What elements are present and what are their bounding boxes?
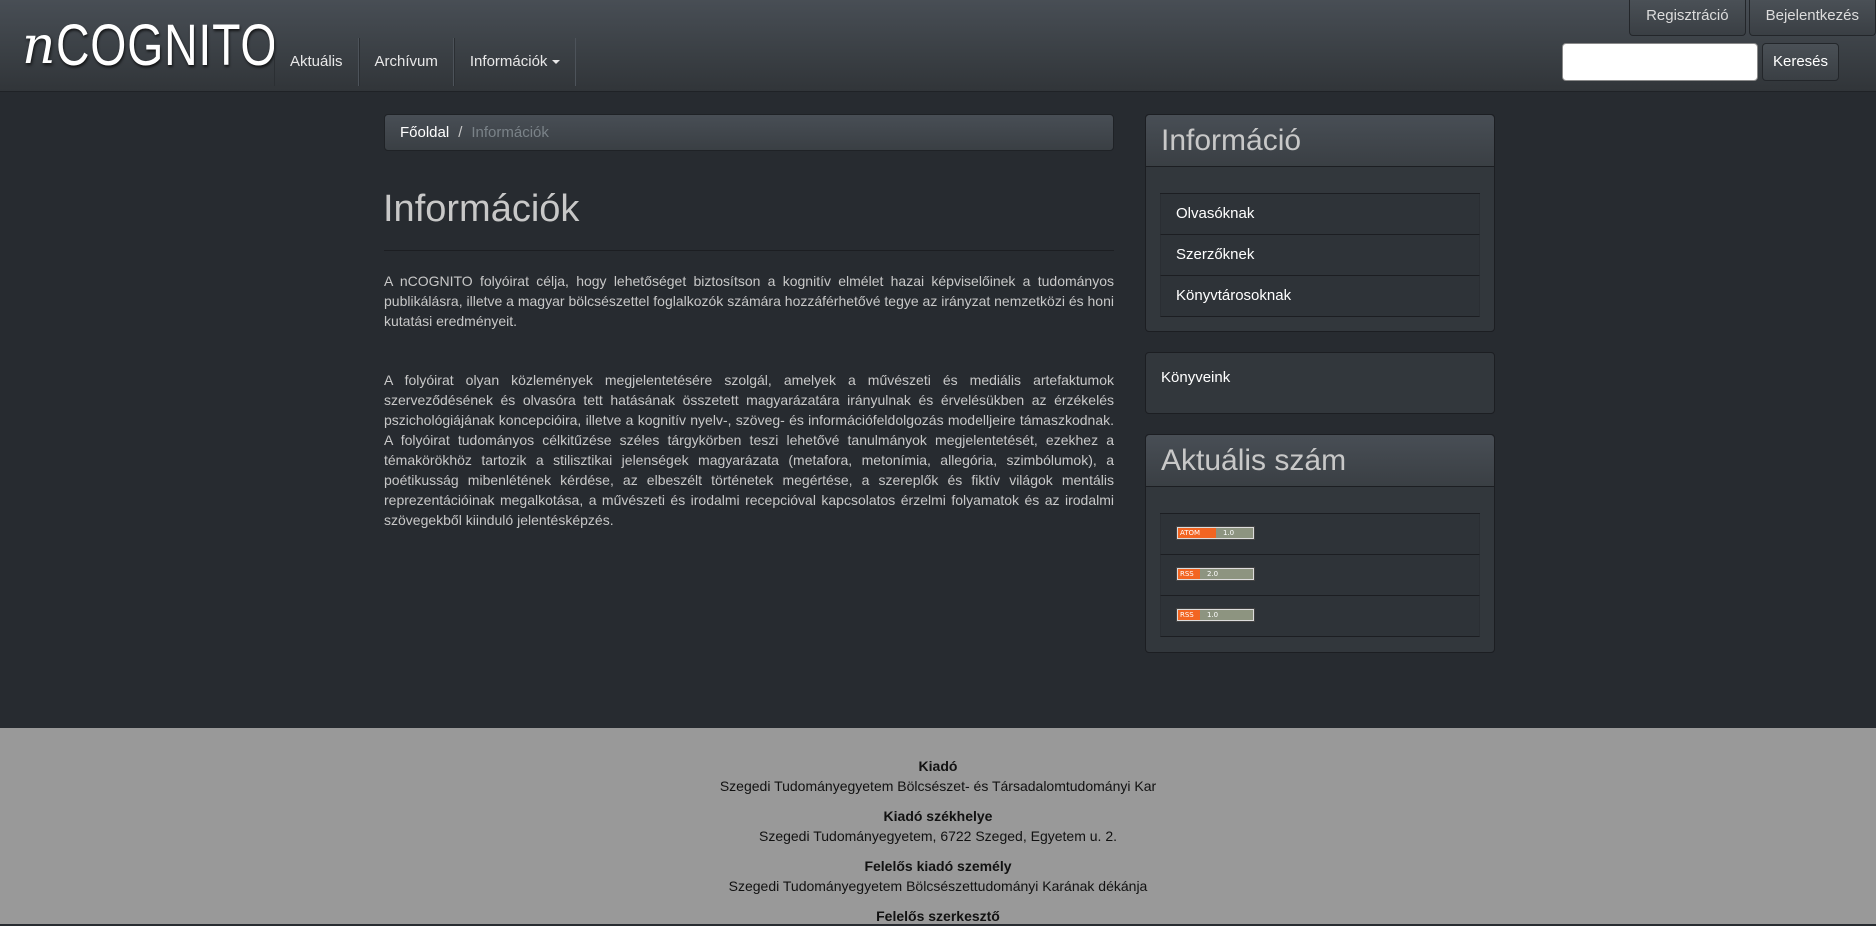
feed-list: ATOM 1.0 RSS 2.0 RSS 1.0 bbox=[1160, 513, 1480, 637]
footer: Kiadó Szegedi Tudományegyetem Bölcsészet… bbox=[0, 728, 1876, 924]
feed-atom-version: 1.0 bbox=[1216, 528, 1253, 539]
footer-value: Szegedi Tudományegyetem Bölcsészettudomá… bbox=[728, 878, 1148, 894]
footer-editor: Felelős szerkesztő bbox=[0, 906, 1876, 926]
footer-value: Szegedi Tudományegyetem, 6722 Szeged, Eg… bbox=[758, 828, 1117, 844]
nav-item-info[interactable]: Információk bbox=[453, 38, 577, 86]
logo-n: n bbox=[22, 16, 56, 76]
rss2-feed-icon[interactable]: RSS 2.0 bbox=[1176, 567, 1255, 582]
caret-down-icon bbox=[552, 60, 561, 65]
footer-label: Felelős szerkesztő bbox=[876, 908, 1000, 924]
nav-item-info-label: Információk bbox=[469, 53, 548, 70]
feed-atom-label: ATOM bbox=[1178, 528, 1218, 539]
info-panel-title: Információ bbox=[1146, 115, 1494, 167]
top-navbar: n COGNITO Aktuális Archívum Információk … bbox=[0, 0, 1876, 92]
feed-item-rss2[interactable]: RSS 2.0 bbox=[1160, 555, 1480, 596]
breadcrumb-separator: / bbox=[458, 124, 463, 141]
register-button[interactable]: Regisztráció bbox=[1629, 0, 1746, 36]
account-buttons: Regisztráció Bejelentkezés bbox=[1626, 0, 1876, 36]
current-issue-panel: Aktuális szám ATOM 1.0 RSS 2.0 RSS 1.0 bbox=[1145, 434, 1495, 653]
scope-paragraph: A folyóirat olyan közlemények megjelente… bbox=[384, 372, 1114, 528]
books-link[interactable]: Könyveink bbox=[1161, 369, 1230, 386]
footer-label: Kiadó bbox=[918, 758, 958, 774]
feed-item-atom[interactable]: ATOM 1.0 bbox=[1160, 514, 1480, 555]
info-link-librarians[interactable]: Könyvtárosoknak bbox=[1160, 276, 1480, 317]
breadcrumb-current: Információk bbox=[471, 124, 549, 141]
login-button[interactable]: Bejelentkezés bbox=[1748, 0, 1876, 36]
page-title: Információk bbox=[383, 188, 580, 230]
search-button[interactable]: Keresés bbox=[1762, 43, 1839, 81]
main-nav: Aktuális Archívum Információk bbox=[274, 38, 577, 86]
feed-rss2-label: RSS bbox=[1178, 569, 1202, 580]
rss1-feed-icon[interactable]: RSS 1.0 bbox=[1176, 608, 1255, 623]
info-link-authors[interactable]: Szerzőknek bbox=[1160, 235, 1480, 276]
atom-feed-icon[interactable]: ATOM 1.0 bbox=[1176, 526, 1255, 541]
footer-label: Kiadó székhelye bbox=[883, 808, 993, 824]
footer-value: Szegedi Tudományegyetem Bölcsészet- és T… bbox=[719, 778, 1157, 794]
current-issue-title: Aktuális szám bbox=[1146, 435, 1494, 487]
footer-responsible-publisher: Felelős kiadó személy Szegedi Tudományeg… bbox=[0, 856, 1876, 896]
books-panel: Könyveink bbox=[1145, 352, 1495, 414]
nav-item-archive[interactable]: Archívum bbox=[358, 38, 454, 86]
intro-paragraph: A nCOGNITO folyóirat célja, hogy lehetős… bbox=[384, 273, 1114, 329]
feed-rss1-label: RSS bbox=[1178, 610, 1202, 621]
info-panel: Információ Olvasóknak Szerzőknek Könyvtá… bbox=[1145, 114, 1495, 332]
footer-publisher: Kiadó Szegedi Tudományegyetem Bölcsészet… bbox=[0, 756, 1876, 796]
nav-item-current[interactable]: Aktuális bbox=[274, 38, 359, 86]
breadcrumb-home-link[interactable]: Főoldal bbox=[400, 124, 449, 141]
feed-item-rss1[interactable]: RSS 1.0 bbox=[1160, 596, 1480, 637]
title-divider bbox=[384, 250, 1114, 251]
footer-publisher-seat: Kiadó székhelye Szegedi Tudományegyetem,… bbox=[0, 806, 1876, 846]
info-list: Olvasóknak Szerzőknek Könyvtárosoknak bbox=[1160, 193, 1480, 317]
info-link-readers[interactable]: Olvasóknak bbox=[1160, 194, 1480, 235]
breadcrumb: Főoldal / Információk bbox=[384, 114, 1114, 151]
search-input[interactable] bbox=[1562, 43, 1758, 81]
logo-text: COGNITO bbox=[55, 13, 277, 78]
footer-label: Felelős kiadó személy bbox=[864, 858, 1012, 874]
feed-rss2-version: 2.0 bbox=[1200, 569, 1253, 580]
feed-rss1-version: 1.0 bbox=[1200, 610, 1253, 621]
